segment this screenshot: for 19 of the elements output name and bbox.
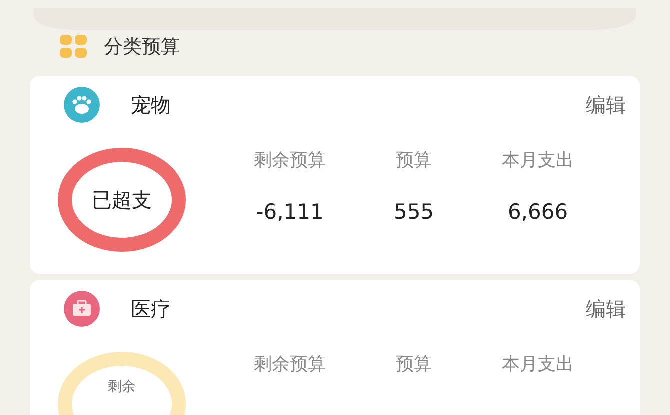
category-name: 医疗 (131, 296, 171, 322)
stat-label: 本月支出 (502, 353, 574, 376)
section-title: 分类预算 (104, 35, 180, 60)
stat-value: 6,666 (508, 200, 568, 224)
stat-label: 本月支出 (502, 149, 574, 172)
category-name: 宠物 (131, 92, 171, 118)
ring-label: 已超支 (92, 186, 152, 214)
ring-label: 剩余 (108, 378, 136, 396)
stat-label: 预算 (396, 353, 432, 376)
grid-icon (60, 35, 88, 59)
edit-link[interactable]: 编辑 (586, 92, 626, 118)
stat-label: 剩余预算 (254, 149, 326, 172)
stat-label: 预算 (396, 149, 432, 172)
stat-value: 555 (394, 200, 434, 224)
paw-icon (64, 87, 100, 123)
stat-value: -6,111 (256, 200, 324, 224)
stat-label: 剩余预算 (254, 353, 326, 376)
medical-kit-icon (64, 291, 100, 327)
edit-link[interactable]: 编辑 (586, 296, 626, 322)
